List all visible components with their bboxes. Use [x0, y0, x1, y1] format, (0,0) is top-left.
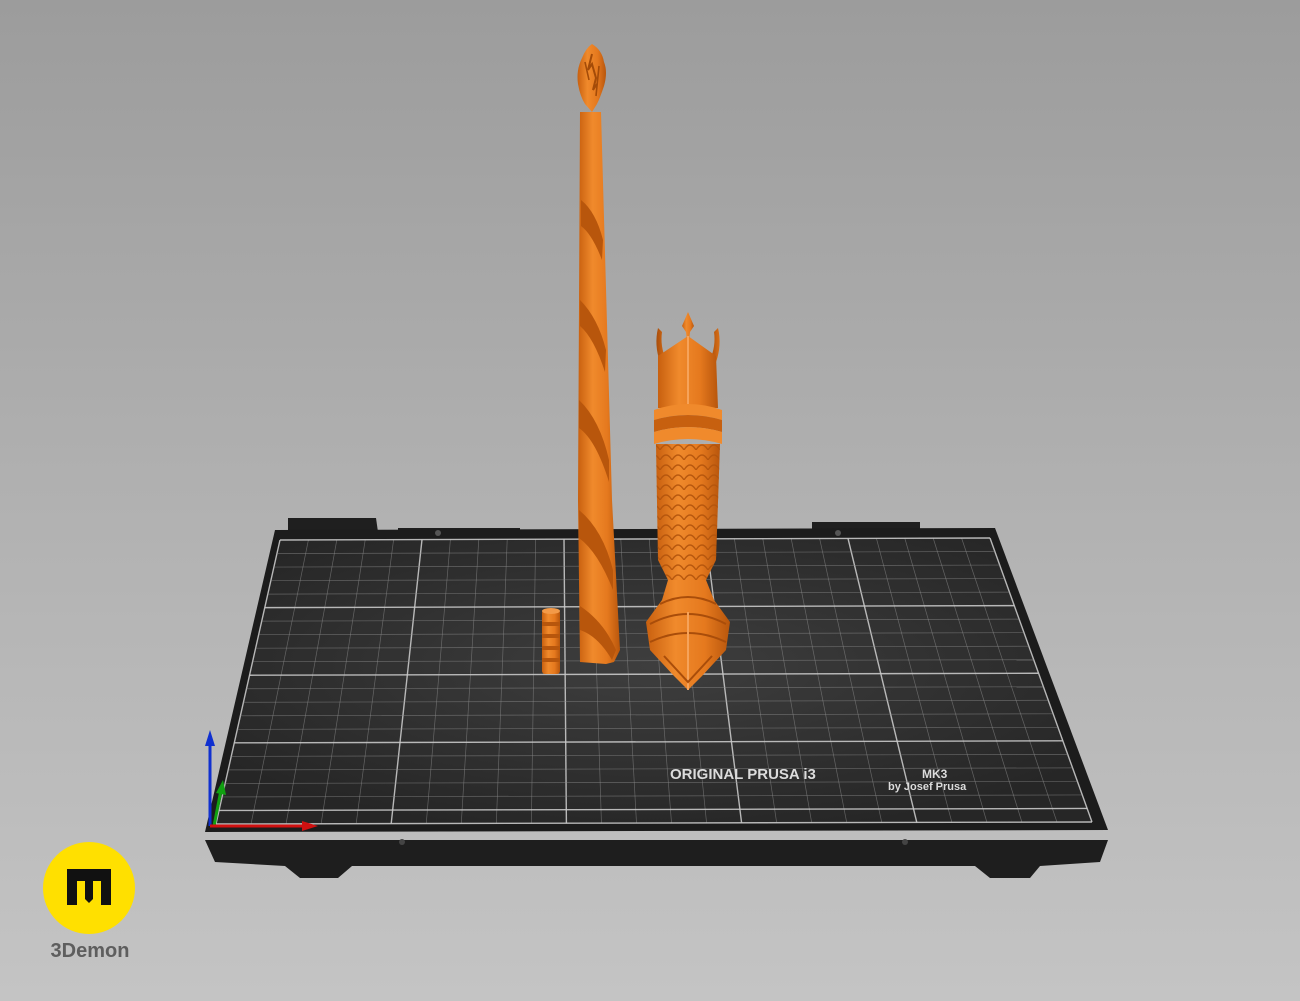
- print-bed: ORIGINAL PRUSA i3 MK3 by Josef Prusa: [205, 518, 1108, 878]
- logo-badge: [43, 842, 135, 934]
- bed-model-suffix: MK3: [922, 767, 948, 781]
- brand-logo: 3Demon: [40, 842, 140, 967]
- bed-title: ORIGINAL PRUSA i3: [670, 766, 816, 783]
- staff-head[interactable]: [646, 312, 730, 690]
- brand-name: 3Demon: [50, 940, 130, 962]
- bed-frame: [205, 840, 1108, 878]
- small-connector[interactable]: [542, 608, 560, 674]
- 3demon-logo-icon: [67, 869, 111, 905]
- bed-byline: by Josef Prusa: [888, 781, 967, 793]
- staff-shaft[interactable]: [577, 44, 621, 664]
- 3d-viewport[interactable]: ORIGINAL PRUSA i3 MK3 by Josef Prusa: [0, 0, 1300, 1001]
